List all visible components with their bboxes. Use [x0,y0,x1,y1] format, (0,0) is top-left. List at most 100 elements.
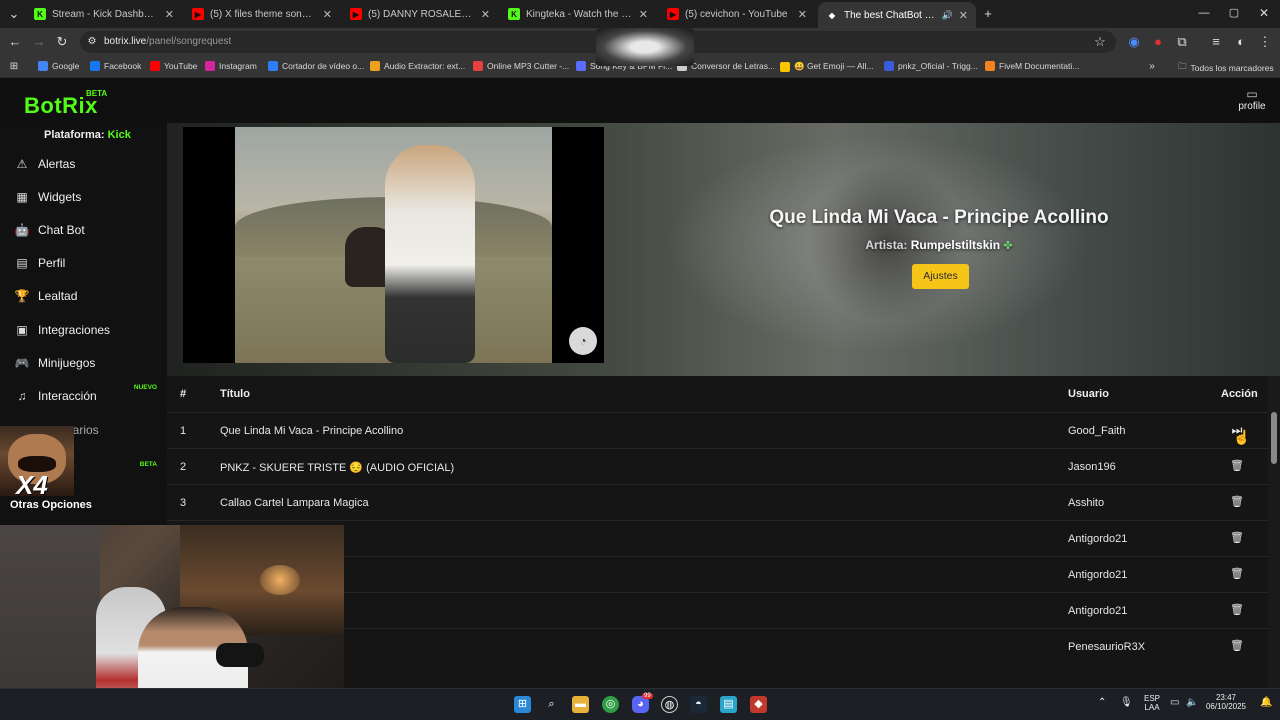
bookmark-label: Google [52,61,80,71]
browser-tab[interactable]: ▶ (5) DANNY ROSALES: "MI ESPO ✕ [342,2,498,26]
sidebar-item-alertas[interactable]: ⚠ Alertas [0,149,167,179]
bookmark-item[interactable]: Google [38,61,79,71]
bookmark-favicon-icon [38,61,48,71]
audio-extension-icon[interactable]: ◉ [1126,34,1142,50]
browser-tab[interactable]: K Kingteka - Watch the VOD on K ✕ [500,2,656,26]
bookmark-item[interactable]: Facebook [90,61,141,71]
forward-icon[interactable]: → [31,34,47,50]
notifications-bell-icon[interactable]: 🔔 [1260,697,1272,708]
delete-song-icon[interactable]: 🗑 [1229,639,1245,655]
microphone-icon[interactable]: 🎙 [1120,697,1133,708]
bookmark-item[interactable]: YouTube [150,61,197,71]
delete-song-icon[interactable]: 🗑 [1229,495,1245,511]
obs-icon[interactable]: ◍ [661,696,678,713]
browser-tab[interactable]: ▶ (5) X files theme song - YouTub ✕ [184,2,340,26]
row-title: PNKZ - SKUERE TRISTE 😔 (AUDIO OFICIAL) [220,462,455,474]
sidebar-item-widgets[interactable]: ▦ Widgets [0,182,167,212]
bookmark-star-icon[interactable]: ☆ [1092,34,1108,50]
start-windows-icon[interactable]: ⊞ [514,696,531,713]
tab-audio-icon[interactable]: 🔊 [942,10,953,21]
censor-scribble [596,28,694,66]
table-row[interactable]: 3 Callao Cartel Lampara Magica Asshito 🗑 [167,484,1268,520]
sidebar-item-lealtad[interactable]: 🏆 Lealtad [0,281,167,311]
row-user: Good_Faith [1068,425,1126,437]
browser-tab[interactable]: ◆ The best ChatBot and Widg 🔊 ✕ [818,2,976,28]
close-window-icon[interactable]: ✕ [1256,5,1272,21]
reload-icon[interactable]: ↻ [54,34,70,50]
lealtad-icon: 🏆 [14,289,30,303]
tray-chevron-icon[interactable]: ⌃ [1098,697,1106,708]
sidebar-item-minijuegos[interactable]: 🎮 Minijuegos [0,348,167,378]
delete-song-icon[interactable]: 🗑 [1229,531,1245,547]
tab-close-icon[interactable]: ✕ [798,8,807,21]
tab-close-icon[interactable]: ✕ [165,8,174,21]
new-tab-button[interactable]: + [980,6,996,22]
steam-icon[interactable]: ◓ [690,696,707,713]
more-bookmarks-icon[interactable]: » [1144,59,1160,75]
meme-overlay: X4 [0,426,74,496]
media-controls-icon[interactable]: ≡ [1208,34,1224,50]
beta-badge: BETA [86,89,108,98]
bookmark-item[interactable]: 😀 Get Emoji — All... [780,61,874,72]
minimize-icon[interactable]: — [1196,5,1212,21]
app-icon[interactable]: ◆ [750,696,767,713]
back-icon[interactable]: ← [7,34,23,50]
delete-song-icon[interactable]: 🗑 [1229,459,1245,475]
site-info-icon[interactable]: ⚙ [84,34,100,50]
notepad-icon[interactable]: ▤ [720,696,737,713]
extension-icon[interactable]: ● [1150,34,1166,50]
bookmark-item[interactable]: Audio Extractor: ext... [370,61,465,71]
volume-icon[interactable]: 🔈 [1186,697,1198,708]
browser-tab[interactable]: ▶ (5) cevichon - YouTube ✕ [659,2,815,26]
tab-close-icon[interactable]: ✕ [481,8,490,21]
url-text[interactable]: botrix.live/panel/songrequest [104,36,231,47]
scroll-thumb[interactable] [1271,412,1277,464]
delete-song-icon[interactable]: 🗑 [1229,567,1245,583]
avatar[interactable]: ◐ [1233,34,1249,50]
other-options-heading[interactable]: Otras Opciones [10,499,92,511]
sidebar-item-interaccion[interactable]: ♫ Interacción NUEVO [0,381,167,411]
language-indicator[interactable]: ESP LAA [1140,694,1164,712]
browser-tab[interactable]: K Stream - Kick Dashboard ✕ [26,2,182,26]
video-player[interactable]: ◔ [183,127,604,363]
now-playing-title: Que Linda Mi Vaca - Principe Acollino [769,207,1109,228]
search-icon[interactable]: ⌕ [543,696,560,713]
file-explorer-icon[interactable]: ▬ [572,696,589,713]
sidebar-item-chat-bot[interactable]: 🤖 Chat Bot [0,215,167,245]
sidebar-item-label: Lealtad [38,289,78,303]
bookmark-label: 😀 Get Emoji — All... [794,61,874,71]
sidebar-item-integraciones[interactable]: ▣ Integraciones [0,315,167,345]
bookmark-favicon-icon [985,61,995,71]
maximize-icon[interactable]: ▢ [1226,5,1242,21]
table-row[interactable]: 2 PNKZ - SKUERE TRISTE 😔 (AUDIO OFICIAL) J… [167,448,1268,484]
settings-button[interactable]: Ajustes [912,264,969,289]
extensions-puzzle-icon[interactable]: ⧉ [1174,34,1190,50]
delete-song-icon[interactable]: 🗑 [1229,603,1245,619]
bookmark-item[interactable]: FiveM Documentati... [985,61,1079,71]
table-row[interactable]: 1 Que Linda Mi Vaca - Principe Acollino Go… [167,412,1268,448]
header-number: # [180,388,187,400]
apps-grid-icon[interactable]: ⊞ [6,59,22,75]
profile-button[interactable]: ▭ profile [1232,87,1272,112]
clock[interactable]: 23:47 06/10/2025 [1204,693,1248,711]
tab-close-icon[interactable]: ✕ [323,8,332,21]
tab-title: Kingteka - Watch the VOD on K [526,8,633,20]
bookmark-item[interactable]: pnkz_Oficial - Trigg... [884,61,978,71]
bookmark-label: pnkz_Oficial - Trigg... [898,61,978,71]
sidebar-item-perfil[interactable]: ▤ Perfil [0,248,167,278]
all-bookmarks-folder[interactable]: 🗀 Todos los marcadores [1178,61,1274,75]
bookmark-item[interactable]: Instagram [205,61,257,71]
queue-scrollbar[interactable] [1268,376,1280,688]
bookmark-item[interactable]: Online MP3 Cutter -... [473,61,569,71]
channel-logo-icon[interactable]: ◔ [569,327,597,355]
tab-search-icon[interactable]: ⌄ [6,6,22,22]
sidebar-item-label: Widgets [38,190,82,204]
bookmark-item[interactable]: Cortador de vídeo o... [268,61,364,71]
integraciones-icon: ▣ [16,323,28,337]
network-icon[interactable]: ▭ [1170,697,1179,708]
tab-close-icon[interactable]: ✕ [639,8,648,21]
meme-caption: X4 [16,470,48,496]
menu-kebab-icon[interactable]: ⋮ [1257,34,1273,50]
chrome-icon[interactable]: ◎ [602,696,619,713]
tab-close-icon[interactable]: ✕ [959,9,968,22]
